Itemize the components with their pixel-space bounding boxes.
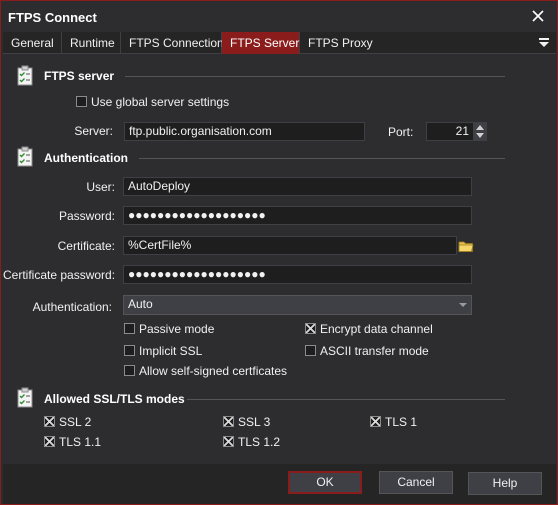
ascii-transfer-mode-checkbox[interactable] (305, 345, 316, 356)
cert-password-label: Certificate password: (3, 268, 116, 282)
section-divider (125, 76, 505, 77)
authentication-mode-select[interactable]: Auto (123, 295, 472, 315)
checklist-icon (17, 65, 33, 86)
implicit-ssl-checkbox[interactable] (124, 345, 135, 356)
ssl3-checkbox[interactable] (223, 416, 234, 427)
ssl-modes-heading: Allowed SSL/TLS modes (44, 392, 185, 406)
tab-general[interactable]: General (3, 32, 62, 54)
close-icon (532, 10, 544, 22)
allow-self-signed-checkbox[interactable] (124, 365, 135, 376)
port-label: Port: (388, 125, 414, 139)
port-stepper[interactable] (473, 122, 487, 141)
close-button[interactable] (529, 7, 547, 25)
encrypt-data-channel-label: Encrypt data channel (320, 322, 433, 336)
stepper-down-icon[interactable] (476, 133, 484, 138)
password-label: Password: (58, 209, 115, 223)
passive-mode-checkbox[interactable] (124, 323, 135, 334)
checklist-icon (17, 387, 33, 408)
authentication-mode-label: Authentication: (32, 300, 112, 314)
chevron-down-icon[interactable] (459, 303, 467, 307)
cert-password-input[interactable]: ●●●●●●●●●●●●●●●●●●● (123, 265, 472, 284)
tab-runtime[interactable]: Runtime (62, 32, 121, 54)
allow-self-signed-label: Allow self-signed certficates (139, 364, 288, 378)
window-title: FTPS Connect (8, 10, 97, 25)
certificate-input[interactable]: %CertFile% (123, 236, 457, 255)
port-input[interactable]: 21 (426, 122, 474, 141)
chevron-down-icon (539, 42, 549, 47)
ssl2-checkbox[interactable] (44, 416, 55, 427)
encrypt-data-channel-checkbox[interactable] (305, 323, 316, 334)
tab-ftps-proxy[interactable]: FTPS Proxy (300, 32, 374, 54)
ok-button[interactable]: OK (288, 471, 362, 494)
tls11-label: TLS 1.1 (59, 435, 102, 449)
tls1-checkbox[interactable] (370, 416, 381, 427)
stepper-up-icon[interactable] (476, 125, 484, 130)
user-label: User: (86, 180, 115, 194)
ascii-transfer-mode-label: ASCII transfer mode (320, 344, 429, 358)
cancel-button[interactable]: Cancel (379, 471, 453, 494)
tab-ftps-connection[interactable]: FTPS Connection (121, 32, 224, 54)
authentication-heading: Authentication (44, 151, 128, 165)
tls12-label: TLS 1.2 (238, 435, 281, 449)
server-input[interactable]: ftp.public.organisation.com (124, 122, 365, 141)
passive-mode-label: Passive mode (139, 322, 215, 336)
use-global-settings-label: Use global server settings (91, 95, 230, 109)
tab-content-ftps-server: FTPS server Use global server settings S… (3, 55, 556, 464)
help-button[interactable]: Help (468, 472, 542, 495)
tls1-label: TLS 1 (385, 415, 418, 429)
menu-bar-icon (539, 38, 549, 40)
tls11-checkbox[interactable] (44, 436, 55, 447)
user-input[interactable]: AutoDeploy (123, 177, 472, 196)
tab-ftps-server[interactable]: FTPS Server (222, 32, 300, 54)
section-divider (139, 158, 505, 159)
ssl3-label: SSL 3 (238, 415, 271, 429)
ftps-connect-dialog: FTPS Connect General Runtime FTPS Connec… (0, 0, 558, 505)
password-input[interactable]: ●●●●●●●●●●●●●●●●●●● (123, 206, 472, 225)
folder-browse-icon[interactable] (458, 238, 474, 254)
checklist-icon (17, 146, 33, 167)
ftps-server-heading: FTPS server (44, 69, 115, 83)
tls12-checkbox[interactable] (223, 436, 234, 447)
tab-bar: General Runtime FTPS Connection FTPS Ser… (3, 32, 556, 54)
ssl2-label: SSL 2 (59, 415, 92, 429)
tab-overflow-menu[interactable] (539, 36, 549, 48)
section-divider (187, 399, 505, 400)
title-bar: FTPS Connect (1, 1, 557, 32)
implicit-ssl-label: Implicit SSL (139, 344, 203, 358)
use-global-settings-checkbox[interactable] (76, 96, 87, 107)
server-label: Server: (74, 124, 113, 138)
certificate-label: Certificate: (57, 239, 115, 253)
dialog-footer: OK Cancel Help (3, 464, 556, 504)
